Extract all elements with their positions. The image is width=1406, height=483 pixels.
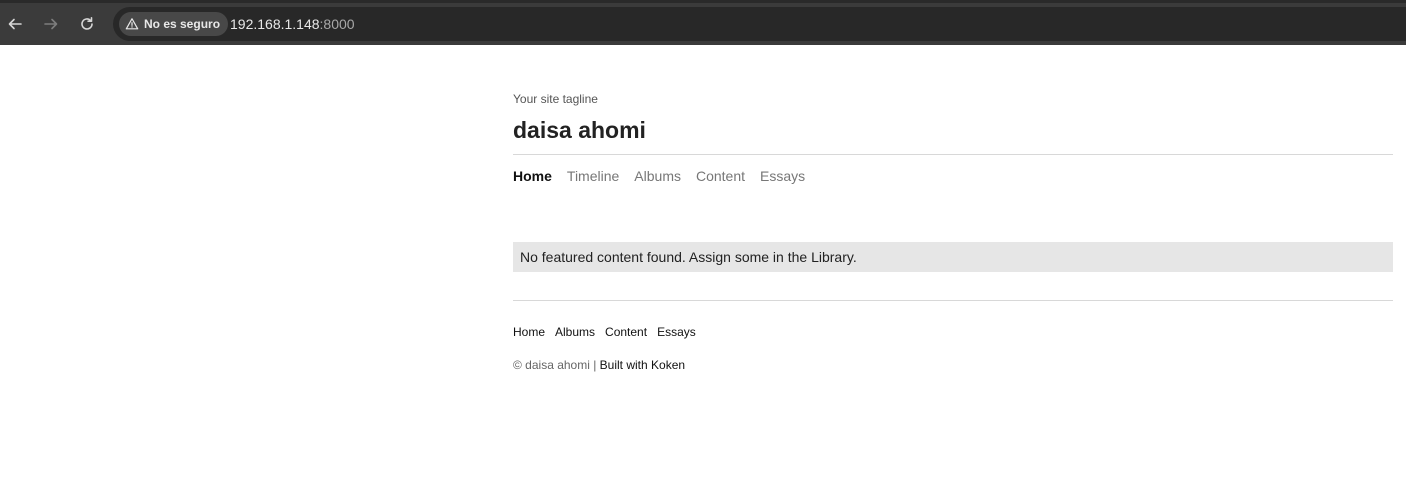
- reload-icon: [81, 17, 93, 30]
- browser-toolbar: No es seguro 192.168.1.148:8000: [0, 0, 1406, 45]
- nav-item-albums[interactable]: Albums: [634, 168, 681, 184]
- site-tagline: Your site tagline: [513, 92, 598, 106]
- featured-notice: No featured content found. Assign some i…: [513, 242, 1393, 272]
- footer-item-albums[interactable]: Albums: [555, 325, 595, 339]
- url-host: 192.168.1.148: [230, 16, 320, 32]
- nav-item-content[interactable]: Content: [696, 168, 745, 184]
- nav-item-essays[interactable]: Essays: [760, 168, 805, 184]
- arrow-right-icon: [44, 18, 58, 30]
- security-label: No es seguro: [144, 17, 221, 31]
- footer-item-essays[interactable]: Essays: [657, 325, 696, 339]
- built-with-koken-link[interactable]: Built with Koken: [600, 358, 685, 372]
- warning-triangle-icon: [125, 18, 139, 30]
- arrow-left-icon: [8, 18, 22, 30]
- copyright-text: © daisa ahomi |: [513, 358, 600, 372]
- site-title[interactable]: daisa ahomi: [513, 117, 646, 144]
- address-bar[interactable]: No es seguro 192.168.1.148:8000: [113, 7, 1406, 41]
- reload-button[interactable]: [73, 10, 101, 38]
- url-port: :8000: [319, 16, 355, 32]
- header-divider: [513, 154, 1393, 155]
- forward-button[interactable]: [37, 10, 65, 38]
- copyright: © daisa ahomi | Built with Koken: [513, 358, 685, 372]
- back-button[interactable]: [1, 10, 29, 38]
- nav-item-home[interactable]: Home: [513, 168, 552, 184]
- main-nav: Home Timeline Albums Content Essays: [513, 168, 805, 184]
- footer-item-home[interactable]: Home: [513, 325, 545, 339]
- footer-nav: Home Albums Content Essays: [513, 325, 696, 339]
- footer-item-content[interactable]: Content: [605, 325, 647, 339]
- nav-item-timeline[interactable]: Timeline: [567, 168, 619, 184]
- url-text[interactable]: 192.168.1.148:8000: [230, 16, 355, 32]
- footer-divider: [513, 300, 1393, 301]
- security-indicator[interactable]: No es seguro: [119, 12, 229, 36]
